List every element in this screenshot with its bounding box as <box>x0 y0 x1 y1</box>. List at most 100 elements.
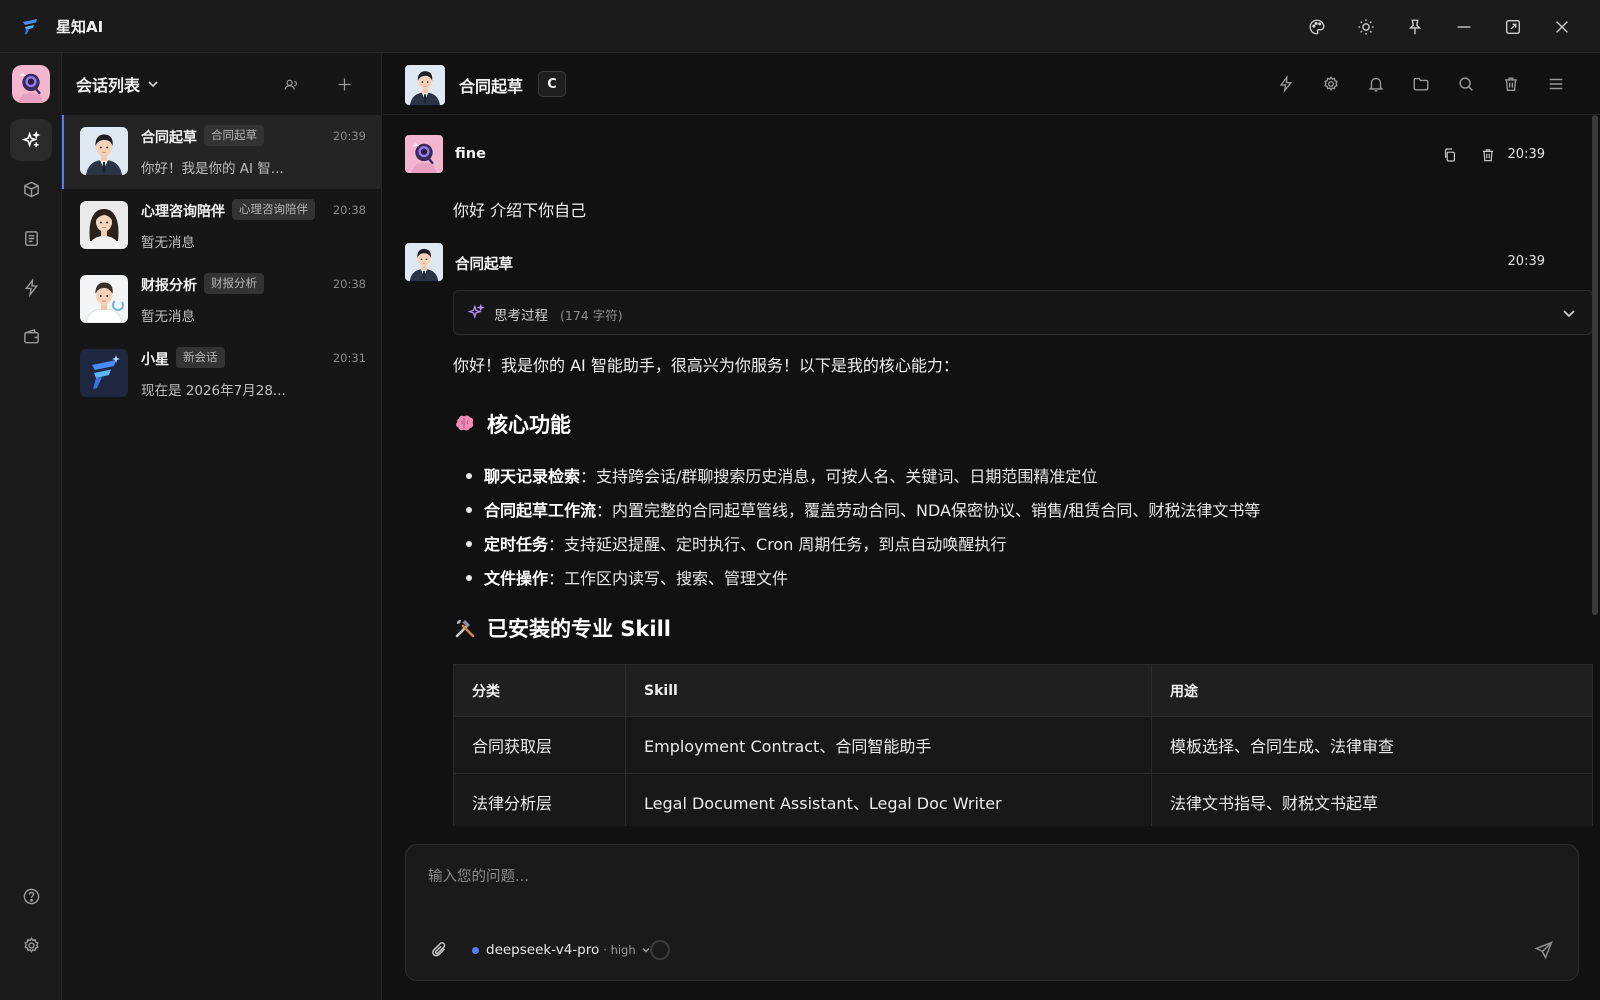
section-heading: 核心功能 <box>453 409 571 439</box>
sparkle-icon[interactable] <box>10 119 52 161</box>
trash-icon[interactable] <box>1477 144 1499 166</box>
user-message-text: 你好 介绍下你自己 <box>453 201 587 220</box>
tools-icon <box>455 619 475 638</box>
lightning-icon[interactable] <box>1263 53 1308 115</box>
list-item: 文件操作：工作区内读写、搜索、管理文件 <box>453 560 1553 594</box>
conversation-preview: 暂无消息 <box>141 309 195 325</box>
conversation-tag: 新会话 <box>176 347 225 368</box>
conversation-list-header: 会话列表 <box>62 53 381 115</box>
close-icon[interactable] <box>1537 0 1586 53</box>
chat-badge[interactable]: C <box>538 71 566 97</box>
conversation-item[interactable]: 财报分析 财报分析 20:38 暂无消息 <box>62 263 382 337</box>
chevron-down-icon[interactable] <box>146 77 160 91</box>
cube-icon[interactable] <box>10 168 52 210</box>
contacts-icon[interactable] <box>278 72 302 96</box>
conversation-preview: 暂无消息 <box>141 235 195 251</box>
conversation-time: 20:38 <box>332 277 366 291</box>
table-cell: Legal Document Assistant、Legal Doc Write… <box>625 773 1152 826</box>
answer-intro: 你好！我是你的 AI 智能助手，很高兴为你服务！以下是我的核心能力： <box>453 356 959 375</box>
conversation-preview: 现在是 2026年7月28... <box>141 383 286 399</box>
chat-title: 合同起草 <box>459 77 524 96</box>
title-bar: 星知AI <box>0 0 1600 53</box>
trash-icon[interactable] <box>1488 53 1533 115</box>
conversation-avatar <box>80 127 128 175</box>
search-icon[interactable] <box>1443 53 1488 115</box>
conversation-item[interactable]: 合同起草 合同起草 20:39 你好！我是你的 AI 智... <box>62 115 382 189</box>
message-author: 合同起草 <box>455 257 513 273</box>
message-scrollbar[interactable] <box>1592 115 1598 615</box>
lightning-icon[interactable] <box>10 266 52 308</box>
message-input[interactable] <box>428 865 1528 889</box>
document-icon[interactable] <box>10 217 52 259</box>
list-item: 定时任务：支持延迟提醒、定时执行、Cron 周期任务，到点自动唤醒执行 <box>453 526 1553 560</box>
model-level: · high <box>603 943 636 957</box>
pin-icon[interactable] <box>1390 0 1439 53</box>
table-cell: 法律文书指导、财税文书起草 <box>1151 773 1593 826</box>
conversation-time: 20:39 <box>332 129 366 143</box>
feature-list: 聊天记录检索：支持跨会话/群聊搜索历史消息，可按人名、关键词、日期范围精准定位 … <box>453 458 1553 594</box>
conversation-name: 合同起草 <box>141 130 197 146</box>
nav-rail <box>0 53 62 1000</box>
conversation-name: 心理咨询陪伴 <box>141 204 225 220</box>
context-usage-indicator[interactable] <box>650 940 670 960</box>
app-logo-icon <box>23 19 37 35</box>
conversation-avatar <box>80 201 128 249</box>
conversation-time: 20:38 <box>332 203 366 217</box>
conversation-name: 小星 <box>141 352 169 368</box>
send-icon[interactable] <box>1534 940 1554 960</box>
chat-main: 合同起草 C fine 20:39 你好 介绍下你自己 合同起草 20:39 思… <box>383 53 1600 1000</box>
gear-icon[interactable] <box>10 924 52 966</box>
gear-icon[interactable] <box>1308 53 1353 115</box>
list-item-label: 定时任务 <box>484 535 549 554</box>
list-item: 合同起草工作流：内置完整的合同起草管线，覆盖劳动合同、NDA保密协议、销售/租赁… <box>453 492 1553 526</box>
paperclip-icon[interactable] <box>430 940 450 960</box>
minimize-icon[interactable] <box>1439 0 1488 53</box>
skill-table: 分类 Skill 用途 合同获取层 Employment Contract、合同… <box>453 664 1593 826</box>
app-title: 星知AI <box>56 17 104 36</box>
help-icon[interactable] <box>10 875 52 917</box>
conversation-name: 财报分析 <box>141 278 197 294</box>
message-composer: deepseek-v4-pro · high <box>405 844 1579 981</box>
list-item-text: ：内置完整的合同起草管线，覆盖劳动合同、NDA保密协议、销售/租赁合同、财税法律… <box>596 501 1261 520</box>
conversation-tag: 财报分析 <box>204 273 264 294</box>
new-conversation-icon[interactable] <box>332 72 356 96</box>
palette-icon[interactable] <box>1292 0 1341 53</box>
message-list[interactable]: fine 20:39 你好 介绍下你自己 合同起草 20:39 思考过程 (17… <box>383 115 1593 826</box>
section-title: 核心功能 <box>487 413 571 437</box>
conversation-avatar <box>80 275 128 323</box>
conversation-tag: 心理咨询陪伴 <box>232 199 315 220</box>
model-name: deepseek-v4-pro <box>486 942 600 958</box>
table-row: 合同获取层 Employment Contract、合同智能助手 模板选择、合同… <box>453 716 1593 774</box>
assistant-avatar <box>405 243 443 281</box>
restore-icon[interactable] <box>1488 0 1537 53</box>
table-cell: 法律分析层 <box>453 773 626 826</box>
thinking-label: 思考过程 <box>494 308 548 324</box>
bell-icon[interactable] <box>1353 53 1398 115</box>
thinking-toggle[interactable]: 思考过程 (174 字符) <box>453 290 1593 335</box>
menu-icon[interactable] <box>1533 53 1578 115</box>
folder-icon[interactable] <box>1398 53 1443 115</box>
list-item-text: ：支持跨会话/群聊搜索历史消息，可按人名、关键词、日期范围精准定位 <box>580 467 1098 486</box>
table-cell: 合同获取层 <box>453 716 626 774</box>
wallet-icon[interactable] <box>10 315 52 357</box>
user-avatar[interactable] <box>12 65 50 103</box>
conversation-item[interactable]: 心理咨询陪伴 心理咨询陪伴 20:38 暂无消息 <box>62 189 382 263</box>
conversation-list-title[interactable]: 会话列表 <box>76 72 140 96</box>
list-item: 聊天记录检索：支持跨会话/群聊搜索历史消息，可按人名、关键词、日期范围精准定位 <box>453 458 1553 492</box>
list-item-label: 聊天记录检索 <box>484 467 581 486</box>
sun-icon[interactable] <box>1341 0 1390 53</box>
model-selector[interactable]: deepseek-v4-pro · high <box>472 940 652 960</box>
list-item-label: 文件操作 <box>484 569 549 588</box>
conversation-item[interactable]: 小星 新会话 20:31 现在是 2026年7月28... <box>62 337 382 411</box>
table-cell: 模板选择、合同生成、法律审查 <box>1151 716 1593 774</box>
copy-icon[interactable] <box>1439 144 1461 166</box>
message-time: 20:39 <box>1507 254 1545 269</box>
conversation-tag: 合同起草 <box>204 125 264 146</box>
sparkle-icon <box>468 304 485 319</box>
section-title: 已安装的专业 Skill <box>487 617 671 641</box>
chat-avatar <box>405 65 445 105</box>
section-heading: 已安装的专业 Skill <box>453 613 671 643</box>
chat-toolbar <box>1263 53 1578 115</box>
model-status-dot <box>472 946 479 954</box>
user-avatar <box>405 135 443 173</box>
